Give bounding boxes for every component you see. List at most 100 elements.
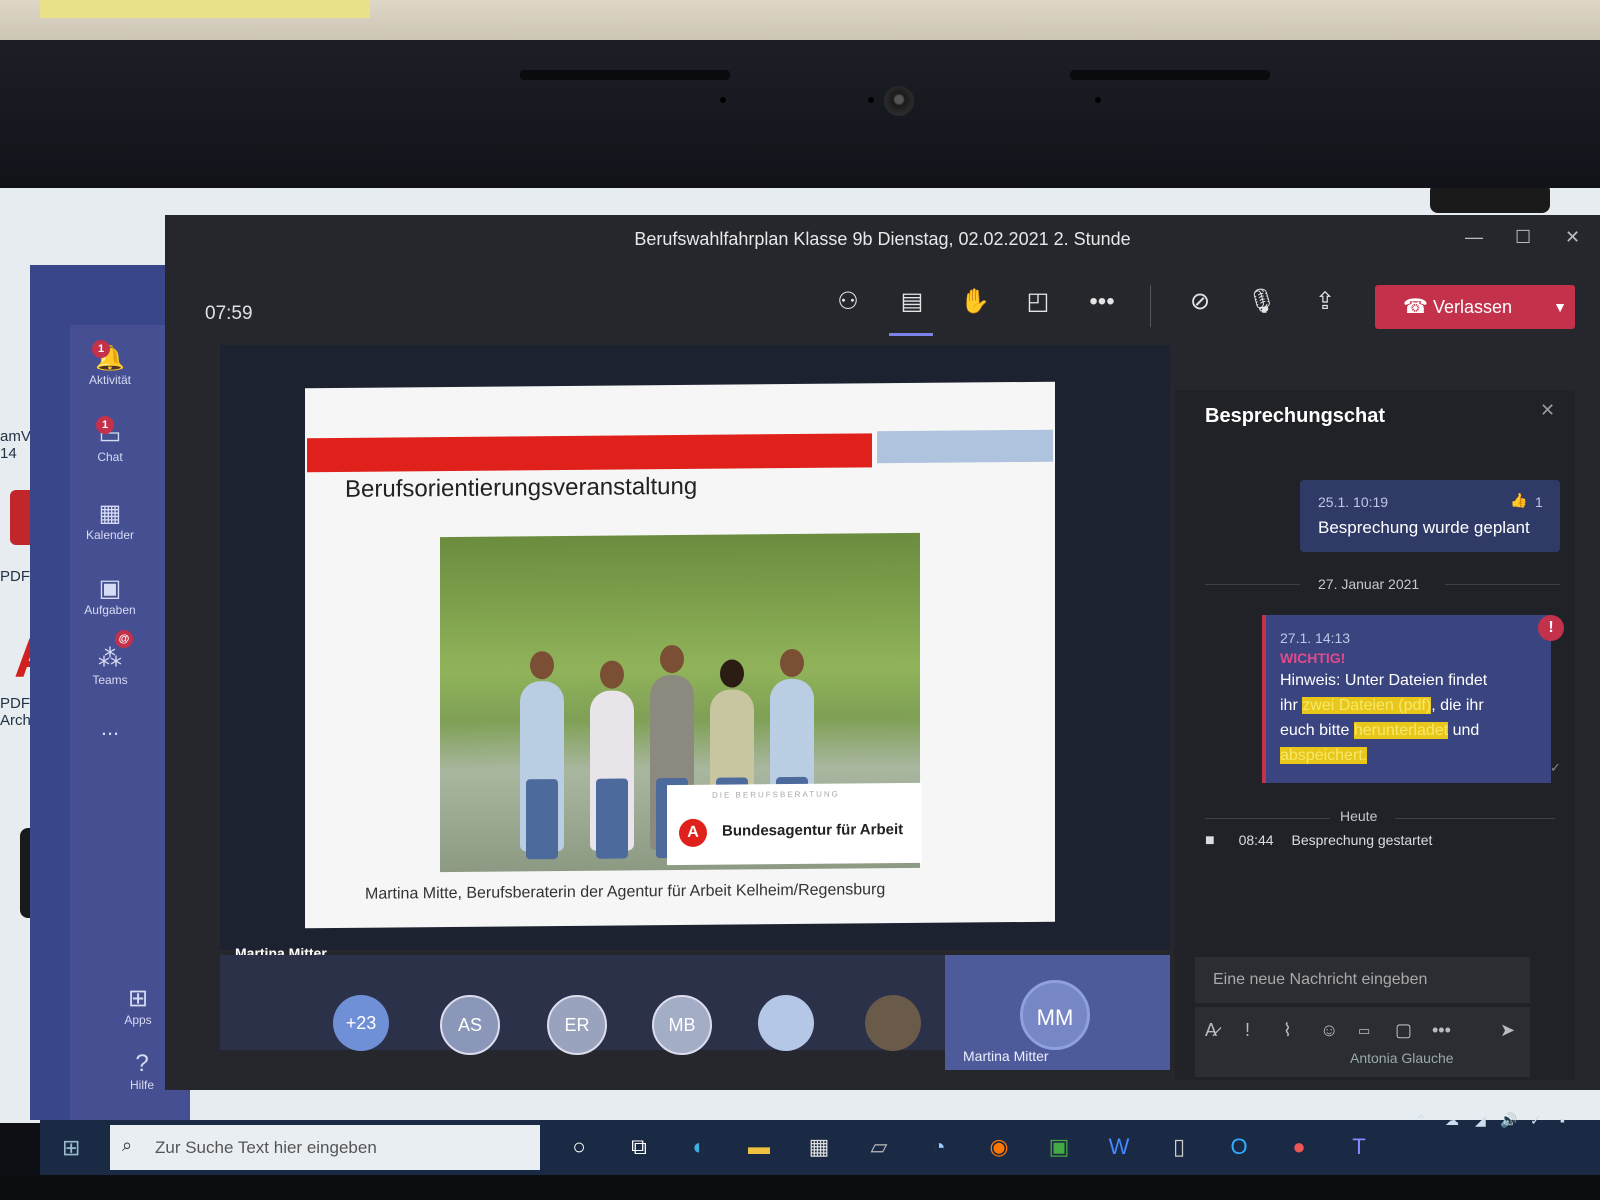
presenter-avatar: MM [1020,980,1090,1050]
sensor-dot [720,97,726,103]
share-screen-icon[interactable]: ⇪ [1305,282,1345,322]
minimize-icon[interactable]: — [1465,227,1483,248]
rail-label: Chat [97,450,123,464]
app-tray-icon[interactable]: ✓ [1530,1112,1542,1129]
like-icon: 👍 [1510,492,1528,508]
outlook-icon[interactable]: O [1220,1128,1258,1166]
webcam-icon [884,86,914,116]
close-icon[interactable]: ✕ [1565,227,1580,248]
bezel-strip [1070,70,1270,80]
message-input[interactable]: Eine neue Nachricht eingeben [1195,957,1530,1003]
message-text: Hinweis: Unter Dateien findet [1280,672,1488,689]
chat-badge: 1 [96,416,114,434]
more-actions-icon[interactable]: ••• [1082,282,1122,322]
word-icon[interactable]: W [1100,1128,1138,1166]
attach-icon[interactable]: ⌇ [1283,1020,1292,1041]
cortana-icon[interactable]: ○ [560,1128,598,1166]
rail-label: Aufgaben [84,603,136,617]
important-icon: ! [1538,615,1564,641]
tray-chevron-icon[interactable]: ⌃ [1415,1112,1427,1129]
gif-icon[interactable]: ▭ [1358,1023,1370,1039]
rail-item-activity[interactable]: 🔔 Aktivität [60,345,160,387]
sensor-dot [868,97,874,103]
message-text: euch bitte herunterladet und [1280,722,1480,739]
network-icon[interactable]: ◢ [1475,1112,1486,1129]
excel-icon[interactable]: ▣ [1040,1128,1078,1166]
compose-toolbar [1195,1007,1530,1077]
date-separator: 27. Januar 2021 [1318,576,1420,592]
close-icon[interactable]: ✕ [1540,400,1555,421]
video-camera-icon: ■ [1205,832,1215,849]
app-icon[interactable]: ▱ [860,1128,898,1166]
overflow-participants[interactable]: +23 [333,995,389,1051]
mic-off-icon[interactable]: 🎙 [1242,282,1282,322]
importance-icon[interactable]: ! [1245,1020,1250,1041]
laptop-bezel [0,40,1600,200]
show-chat-icon[interactable]: ▤ [892,282,932,322]
participant-avatar[interactable]: ER [547,995,607,1055]
breakout-rooms-icon[interactable]: ◰ [1018,282,1058,322]
assignments-icon: ▣ [98,575,122,602]
message-text: abspeichert. [1280,747,1368,764]
message-time: 27.1. 14:13 [1280,630,1351,646]
like-count: 1 [1535,494,1543,510]
participant-avatar[interactable]: MB [652,995,712,1055]
search-icon: ⌕ [122,1135,133,1155]
volume-icon[interactable]: 🔊 [1500,1112,1517,1129]
sticky-note [40,0,370,18]
send-icon[interactable]: ➤ [1500,1020,1515,1041]
date-separator: Heute [1340,808,1378,824]
edge-icon[interactable]: ◐ [680,1128,718,1166]
ba-logo-icon: A [679,818,707,848]
calendar-icon: ▦ [98,500,122,527]
rail-label: Teams [92,673,128,687]
important-tag: WICHTIG! [1280,650,1346,666]
taskbar-search[interactable]: Zur Suche Text hier eingeben [110,1125,540,1170]
participant-photo-avatar[interactable] [865,995,921,1051]
firefox-icon[interactable]: ◉ [980,1128,1018,1166]
participant-photo-avatar[interactable] [758,995,814,1051]
phone-hangup-icon: ☎ [1403,296,1428,318]
more-options-icon[interactable]: ••• [1432,1020,1451,1041]
app-icon[interactable]: ▯ [1160,1128,1198,1166]
participant-avatar[interactable]: AS [440,995,500,1055]
emoji-icon[interactable]: ☺ [1320,1020,1338,1041]
teams-taskbar-icon[interactable]: T [1340,1128,1378,1166]
participants-icon[interactable]: ⚇ [828,282,868,322]
teams-badge: @ [115,630,133,648]
powerpoint-icon[interactable]: ● [1280,1128,1318,1166]
leave-label: Verlassen [1432,297,1512,317]
chat-message[interactable] [1300,480,1560,552]
sticker-icon[interactable]: ▢ [1395,1020,1412,1041]
event-text: Besprechung gestartet [1291,832,1433,848]
teams-icon: ⁂ [98,645,122,672]
laptop-edge [0,1175,1600,1200]
store-icon[interactable]: ▦ [800,1128,838,1166]
rail-label: Hilfe [129,1078,154,1092]
slide-title: Berufsorientierungsveranstaltung [345,472,698,503]
app-icon[interactable]: ◔ [920,1128,958,1166]
leave-button[interactable]: ☎ Verlassen ▼ [1375,285,1575,329]
task-view-icon[interactable]: ⧉ [620,1128,658,1166]
message-text: Besprechung wurde geplant [1318,518,1530,537]
chevron-down-icon[interactable]: ▼ [1553,285,1567,329]
rail-item-calendar[interactable]: ▦ Kalender [60,500,160,542]
shared-slide: Berufsorientierungsveranstaltung DIE BER… [305,381,1055,929]
app-tray-icon[interactable]: ▪ [1560,1112,1565,1128]
file-explorer-icon[interactable]: ▬ [740,1128,778,1166]
raise-hand-icon[interactable]: ✋ [955,282,995,322]
format-icon[interactable]: A̷ [1205,1020,1217,1041]
maximize-icon[interactable]: ☐ [1515,227,1531,248]
rail-item-teams[interactable]: ⁂ Teams [60,645,160,687]
wallpaper-shape [1430,188,1550,213]
rail-item-assignments[interactable]: ▣ Aufgaben [60,575,160,617]
camera-off-icon[interactable]: ⊘ [1180,282,1220,322]
rail-item-more[interactable]: ... [60,715,160,741]
date-separator-line [1395,818,1555,819]
meeting-started-event: ■ 08:44 Besprechung gestartet [1205,832,1432,850]
slide-red-bar [307,433,872,473]
read-receipt-icon: ✓ [1550,760,1561,775]
onedrive-icon[interactable]: ☁ [1445,1112,1459,1129]
active-indicator [889,333,933,336]
windows-start-icon[interactable]: ⊞ [62,1135,80,1161]
